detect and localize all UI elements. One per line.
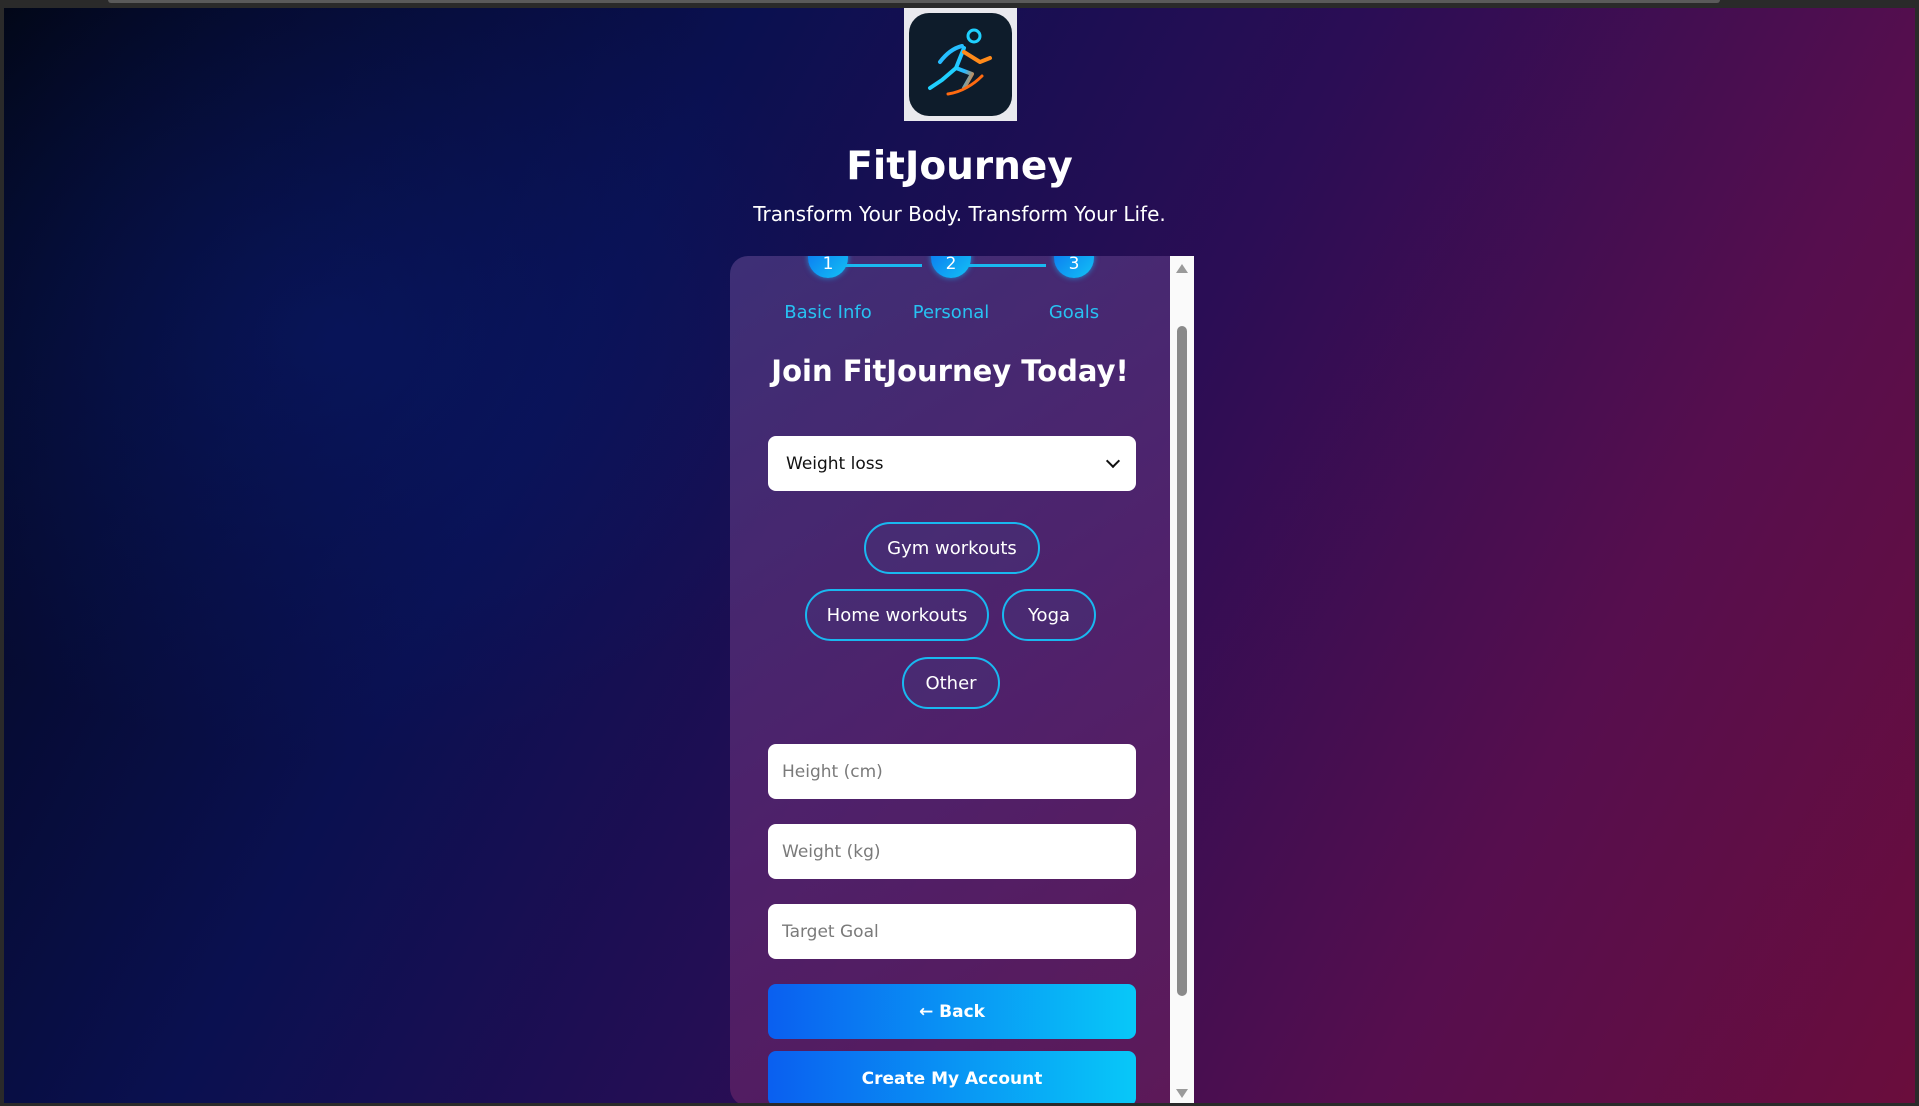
brand-title: FitJourney [846, 144, 1073, 189]
workout-option-gym[interactable]: Gym workouts [864, 522, 1040, 574]
brand-tagline: Transform Your Body. Transform Your Life… [753, 202, 1166, 226]
step-1-label: Basic Info [784, 302, 872, 323]
card-scrollbar[interactable] [1170, 256, 1194, 1103]
target-goal-input[interactable] [768, 904, 1136, 959]
signup-card: 1 2 3 Basic Info Personal Goals Join Fit… [730, 256, 1170, 1103]
workout-option-home[interactable]: Home workouts [805, 589, 989, 641]
step-1-circle[interactable]: 1 [808, 256, 848, 278]
step-2-circle[interactable]: 2 [931, 256, 971, 278]
step-progress: 1 2 3 Basic Info Personal Goals [730, 256, 1170, 336]
running-man-icon [927, 28, 992, 95]
logo-tile [909, 13, 1012, 116]
fitness-goal-select[interactable]: Weight loss [768, 436, 1136, 491]
app-logo [904, 8, 1017, 121]
form-title: Join FitJourney Today! [771, 354, 1129, 388]
workout-option-other[interactable]: Other [902, 657, 1000, 709]
weight-input[interactable] [768, 824, 1136, 879]
chevron-down-icon [1105, 453, 1121, 469]
browser-top-edge [108, 0, 1720, 3]
scroll-up-arrow-icon[interactable] [1176, 264, 1188, 273]
height-input[interactable] [768, 744, 1136, 799]
scroll-thumb[interactable] [1177, 326, 1187, 996]
scroll-down-arrow-icon[interactable] [1176, 1089, 1188, 1098]
step-3-circle[interactable]: 3 [1054, 256, 1094, 278]
create-account-button[interactable]: Create My Account [768, 1051, 1136, 1103]
workout-option-yoga[interactable]: Yoga [1002, 589, 1096, 641]
step-2-label: Personal [912, 302, 990, 323]
select-value: Weight loss [786, 453, 884, 474]
page-viewport: FitJourney Transform Your Body. Transfor… [4, 8, 1915, 1103]
step-3-label: Goals [1048, 302, 1100, 323]
back-button[interactable]: ← Back [768, 984, 1136, 1039]
